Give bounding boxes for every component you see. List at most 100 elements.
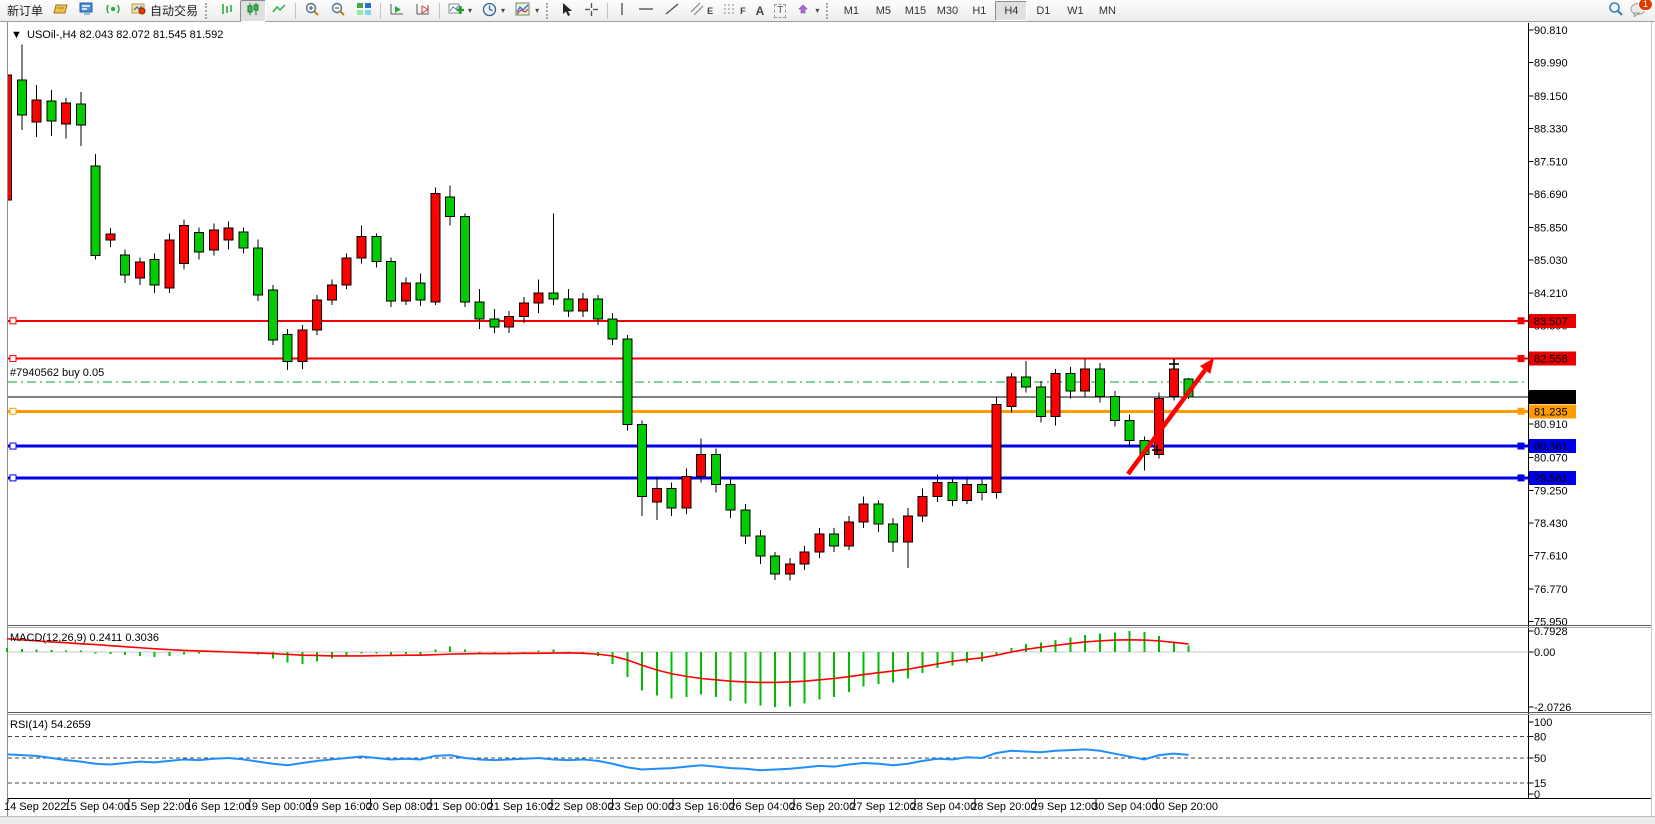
time-tick-label[interactable]: 22 Sep 08:00 [548,801,613,813]
toolbar-grip[interactable] [205,3,210,19]
line-handle[interactable] [1518,318,1524,324]
line-handle[interactable] [10,356,16,362]
line-handle[interactable] [1518,408,1524,414]
periods-caret-icon[interactable]: ▾ [501,6,505,15]
time-tick-label[interactable]: 15 Sep 04:00 [64,801,129,813]
candlestick-chart-button[interactable] [240,0,266,22]
price-badge-label: 82.558 [1534,354,1568,366]
rsi-tick-label: 80 [1534,731,1546,743]
candle [652,488,661,502]
time-tick-label[interactable]: 28 Sep 20:00 [971,801,1036,813]
time-tick-label[interactable]: 21 Sep 00:00 [427,801,492,813]
tf-m5-button[interactable]: M5 [867,1,899,21]
tf-w1-button[interactable]: W1 [1059,1,1091,21]
time-tick-label[interactable]: 26 Sep 04:00 [729,801,794,813]
one-click-trading-toggle[interactable]: ▼ [11,29,22,41]
line-handle[interactable] [10,443,16,449]
indicators-caret-icon[interactable]: ▾ [468,6,472,15]
crosshair-button[interactable] [579,0,604,22]
time-tick-label[interactable]: 29 Sep 12:00 [1032,801,1097,813]
auto-trading-icon [131,2,147,19]
tf-mn-button[interactable]: MN [1091,1,1123,21]
line-handle[interactable] [1518,356,1524,362]
hline-82.558[interactable] [8,356,1529,362]
price-chart-canvas[interactable]: #7940562 buy 0.05▼USOil-,H4 82.043 82.07… [0,22,1655,816]
signals-button[interactable] [100,0,126,22]
arrows-tool-button[interactable]: ▾ [791,0,824,22]
chart-shift-button[interactable] [410,0,436,22]
search-icon[interactable] [1608,1,1624,20]
time-tick-label[interactable]: 30 Sep 04:00 [1092,801,1157,813]
time-tick-label[interactable]: 30 Sep 20:00 [1153,801,1218,813]
time-tick-label[interactable]: 19 Sep 00:00 [246,801,311,813]
tf-h1-button[interactable]: H1 [963,1,995,21]
text-label-tool-button[interactable]: T [769,0,791,22]
hline-81.235[interactable] [8,408,1529,414]
time-tick-label[interactable]: 21 Sep 16:00 [488,801,553,813]
candle [313,300,322,330]
periods-button[interactable]: ▾ [477,0,510,22]
candlesticks [3,44,1194,580]
time-tick-label[interactable]: 23 Sep 00:00 [609,801,674,813]
time-tick-label[interactable]: 19 Sep 16:00 [306,801,371,813]
candle [638,425,647,497]
tf-d1-button[interactable]: D1 [1027,1,1059,21]
line-handle[interactable] [1518,475,1524,481]
tf-m1-button[interactable]: M1 [835,1,867,21]
hline-80.361[interactable] [8,443,1529,449]
auto-trading-label: 自动交易 [150,2,198,19]
fibonacci-tool-button[interactable]: F [718,0,751,22]
vertical-line-tool-button[interactable] [611,0,633,22]
toolbar-grip[interactable] [546,3,551,19]
rsi-pane: 1008050150RSI(14) 54.2659 [7,717,1552,801]
candle [579,299,588,311]
auto-scroll-button[interactable] [384,0,410,22]
zoom-in-button[interactable] [299,0,325,22]
order-ticket-button[interactable] [48,0,74,22]
toolbar-grip[interactable] [826,3,831,19]
zoom-out-button[interactable] [325,0,351,22]
equidistant-channel-tool-button[interactable]: E [685,0,718,22]
tf-m30-button[interactable]: M30 [931,1,963,21]
horizontal-line-tool-button[interactable] [633,0,659,22]
line-handle[interactable] [10,408,16,414]
line-chart-button[interactable] [266,0,292,22]
tf-h4-button[interactable]: H4 [995,1,1027,21]
candle [91,166,100,256]
time-tick-label[interactable]: 28 Sep 04:00 [911,801,976,813]
tf-m15-button[interactable]: M15 [899,1,931,21]
line-handle[interactable] [10,318,16,324]
templates-caret-icon[interactable]: ▾ [535,6,539,15]
auto-trading-button[interactable]: 自动交易 [126,0,203,22]
time-tick-label[interactable]: 26 Sep 20:00 [790,801,855,813]
candle [1022,377,1031,387]
hline-83.507[interactable] [8,318,1529,324]
text-tool-button[interactable]: A [751,0,770,22]
cursor-button[interactable] [555,0,579,22]
time-tick-label[interactable]: 27 Sep 12:00 [850,801,915,813]
candle [32,100,41,122]
notifications-button[interactable]: 1 [1630,2,1647,20]
time-tick-label[interactable]: 20 Sep 08:00 [367,801,432,813]
time-tick-label[interactable]: 23 Sep 16:00 [669,801,734,813]
price-tick-label: 86.690 [1534,189,1568,201]
rsi-indicator-label: RSI(14) 54.2659 [10,719,91,731]
bar-chart-button[interactable] [214,0,240,22]
time-tick-label[interactable]: 14 Sep 2022 [4,801,66,813]
line-handle[interactable] [1518,443,1524,449]
terminal-button[interactable] [74,0,100,22]
trend-arrow-annotation[interactable] [1128,370,1205,474]
tile-windows-button[interactable] [351,0,377,22]
time-tick-label[interactable]: 16 Sep 12:00 [185,801,250,813]
candle [711,454,720,484]
open-position-label: #7940562 buy 0.05 [10,367,104,379]
templates-button[interactable]: ▾ [510,0,544,22]
hline-79.561[interactable] [8,475,1529,481]
time-tick-label[interactable]: 15 Sep 22:00 [125,801,190,813]
trendline-tool-button[interactable] [659,0,685,22]
new-order-button[interactable]: 新订单 [2,0,48,22]
line-handle[interactable] [10,475,16,481]
candle [1095,369,1104,397]
indicators-button[interactable]: ▾ [443,0,477,22]
arrows-caret-icon[interactable]: ▾ [815,6,819,15]
